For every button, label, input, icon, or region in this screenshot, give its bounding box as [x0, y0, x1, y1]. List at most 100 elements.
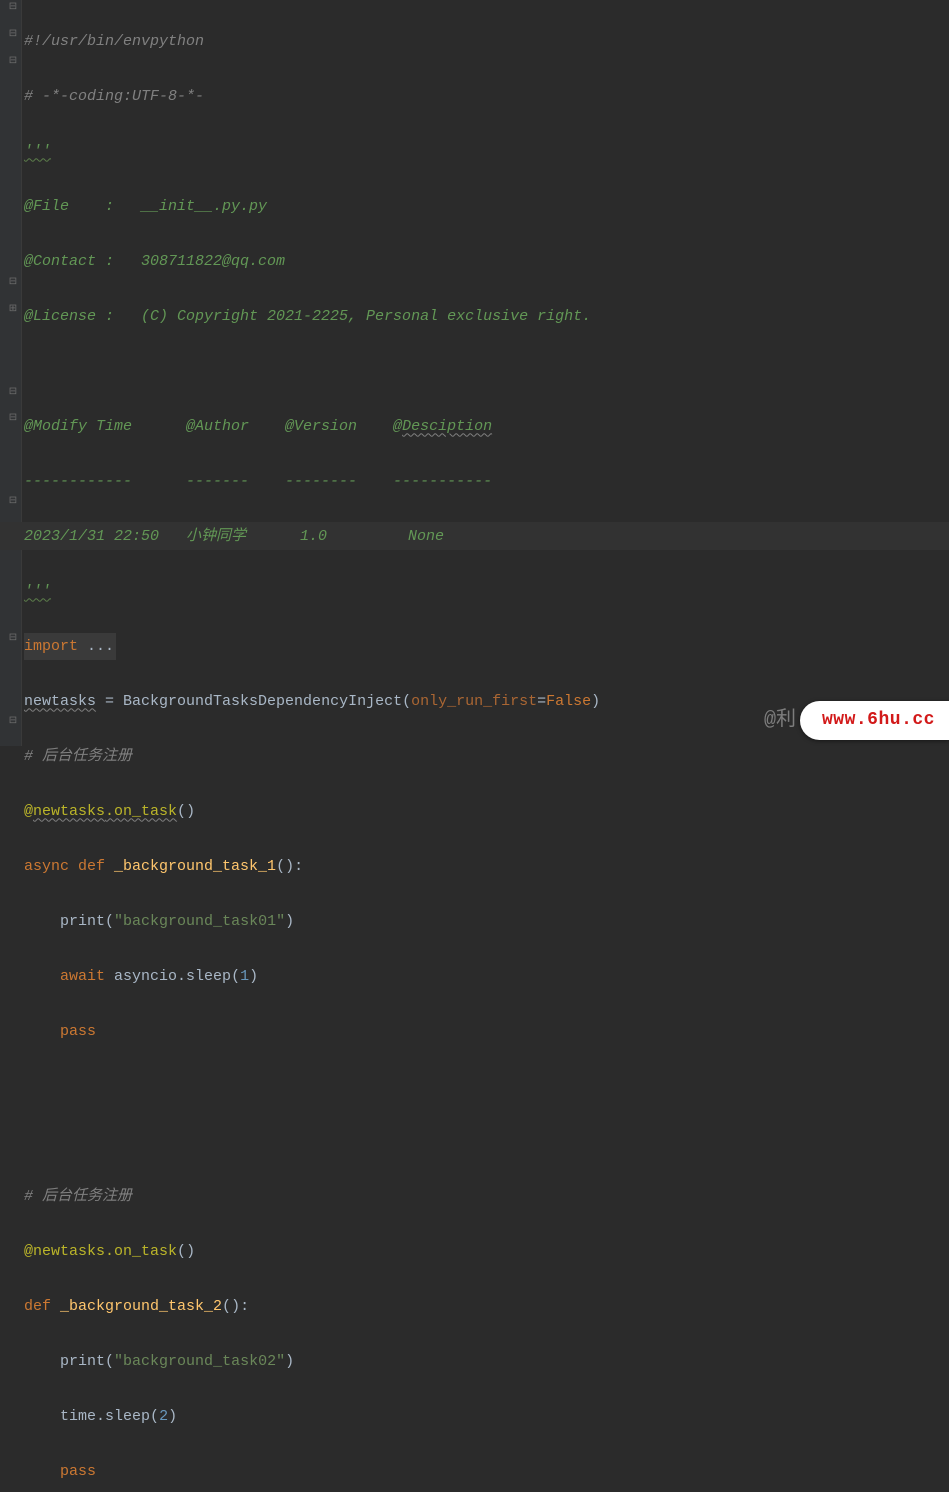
code-line[interactable]: # 后台任务注册 — [24, 743, 949, 771]
code-line[interactable]: time.sleep(2) — [24, 1403, 949, 1431]
call-name: print — [60, 913, 105, 930]
import-ellipsis: ... — [78, 638, 114, 655]
code-line[interactable]: pass — [24, 1018, 949, 1046]
module-name: time — [60, 1408, 96, 1425]
paren: ( — [276, 858, 285, 875]
code-line[interactable]: print("background_task01") — [24, 908, 949, 936]
docstring-text: @Modify Time @Author @Version @ — [24, 418, 402, 435]
code-line[interactable]: print("background_task02") — [24, 1348, 949, 1376]
paren: ) — [186, 1243, 195, 1260]
docstring-underlined: Desciption — [402, 418, 492, 435]
paren: ) — [285, 858, 294, 875]
fold-marker-icon[interactable]: ⊟ — [8, 278, 18, 288]
attr-sleep: .sleep — [177, 968, 231, 985]
indent — [24, 1023, 60, 1040]
paren: ( — [177, 803, 186, 820]
code-line[interactable]: await asyncio.sleep(1) — [24, 963, 949, 991]
code-line[interactable]: def _background_task_2(): — [24, 1293, 949, 1321]
code-line[interactable]: # -*-coding:UTF-8-*- — [24, 83, 949, 111]
editor-gutter: ⊟ ⊟ ⊟ ⊟ ⊞ ⊟ ⊟ ⊟ ⊟ ⊟ — [0, 0, 22, 746]
keyword-pass: pass — [60, 1463, 96, 1480]
paren: ( — [105, 1353, 114, 1370]
fold-marker-icon[interactable]: ⊟ — [8, 30, 18, 40]
param-name: only_run_first — [411, 693, 537, 710]
fold-marker-icon[interactable]: ⊞ — [8, 305, 18, 315]
fold-marker-icon[interactable]: ⊟ — [8, 57, 18, 67]
paren: ) — [285, 913, 294, 930]
code-line[interactable] — [24, 1128, 949, 1156]
code-line[interactable]: 2023/1/31 22:50 小钟同学 1.0 None — [24, 523, 949, 551]
fold-marker-icon[interactable]: ⊟ — [8, 414, 18, 424]
attr-sleep: .sleep — [96, 1408, 150, 1425]
decorator-attr: .on_task — [105, 1243, 177, 1260]
indent — [24, 968, 60, 985]
code-line[interactable]: @Modify Time @Author @Version @Desciptio… — [24, 413, 949, 441]
fold-marker-icon[interactable]: ⊟ — [8, 717, 18, 727]
paren: ) — [231, 1298, 240, 1315]
docstring-text: ''' — [24, 583, 51, 600]
fold-marker-icon[interactable]: ⊟ — [8, 634, 18, 644]
code-line[interactable]: @File : __init__.py.py — [24, 193, 949, 221]
keyword-pass: pass — [60, 1023, 96, 1040]
paren: ) — [168, 1408, 177, 1425]
code-line[interactable]: # 后台任务注册 — [24, 1183, 949, 1211]
keyword-false: False — [546, 693, 591, 710]
docstring-text: @File : __init__.py.py — [24, 198, 267, 215]
keyword-def: def — [24, 1298, 60, 1315]
indent — [24, 1353, 60, 1370]
fold-marker-icon[interactable]: ⊟ — [8, 497, 18, 507]
call-name: print — [60, 1353, 105, 1370]
code-line[interactable]: @License : (C) Copyright 2021-2225, Pers… — [24, 303, 949, 331]
code-line[interactable]: #!/usr/bin/envpython — [24, 28, 949, 56]
comment-text: #!/usr/bin/envpython — [24, 33, 204, 50]
indent — [24, 1463, 60, 1480]
code-line[interactable]: pass — [24, 1458, 949, 1486]
paren: ( — [231, 968, 240, 985]
colon: : — [294, 858, 303, 875]
code-line[interactable]: @Contact : 308711822@qq.com — [24, 248, 949, 276]
code-line[interactable]: ------------ ------- -------- ----------… — [24, 468, 949, 496]
paren: ( — [150, 1408, 159, 1425]
decorator-name: newtasks — [33, 803, 105, 820]
code-line[interactable]: @newtasks.on_task() — [24, 1238, 949, 1266]
number-literal: 2 — [159, 1408, 168, 1425]
string-literal: "background_task01" — [114, 913, 285, 930]
keyword-def: def — [78, 858, 114, 875]
docstring-text: ------------ ------- -------- ----------… — [24, 473, 492, 490]
indent — [24, 913, 60, 930]
comment-text: # -*-coding:UTF-8-*- — [24, 88, 204, 105]
docstring-text: ''' — [24, 143, 51, 160]
code-line[interactable]: import ... — [24, 633, 949, 661]
decorator-name: newtasks — [33, 1243, 105, 1260]
class-name: BackgroundTasksDependencyInject — [123, 693, 402, 710]
comment-text: # 后台任务注册 — [24, 1188, 132, 1205]
code-line[interactable] — [24, 358, 949, 386]
code-line[interactable]: @newtasks.on_task() — [24, 798, 949, 826]
operator: = — [96, 693, 123, 710]
watermark-at-text: @利 — [764, 707, 796, 735]
code-line[interactable] — [24, 1073, 949, 1101]
paren: ) — [249, 968, 258, 985]
comment-text: # 后台任务注册 — [24, 748, 132, 765]
code-line[interactable]: ''' — [24, 138, 949, 166]
string-literal: "background_task02" — [114, 1353, 285, 1370]
watermark-url: www.6hu.cc — [800, 701, 949, 741]
paren: ( — [105, 913, 114, 930]
code-editor[interactable]: #!/usr/bin/envpython # -*-coding:UTF-8-*… — [24, 0, 949, 1492]
fold-marker-icon[interactable]: ⊟ — [8, 388, 18, 398]
colon: : — [240, 1298, 249, 1315]
paren: ) — [285, 1353, 294, 1370]
code-line[interactable]: ''' — [24, 578, 949, 606]
paren: ( — [402, 693, 411, 710]
function-name: _background_task_2 — [60, 1298, 222, 1315]
fold-marker-icon[interactable]: ⊟ — [8, 3, 18, 13]
identifier: newtasks — [24, 693, 96, 710]
paren: ( — [222, 1298, 231, 1315]
watermark-badge: @利 www.6hu.cc — [764, 701, 949, 741]
decorator-at: @ — [24, 803, 33, 820]
docstring-text: 2023/1/31 22:50 小钟同学 1.0 None — [24, 528, 444, 545]
indent — [24, 1408, 60, 1425]
paren: ) — [591, 693, 600, 710]
code-line[interactable]: async def _background_task_1(): — [24, 853, 949, 881]
module-name: asyncio — [105, 968, 177, 985]
